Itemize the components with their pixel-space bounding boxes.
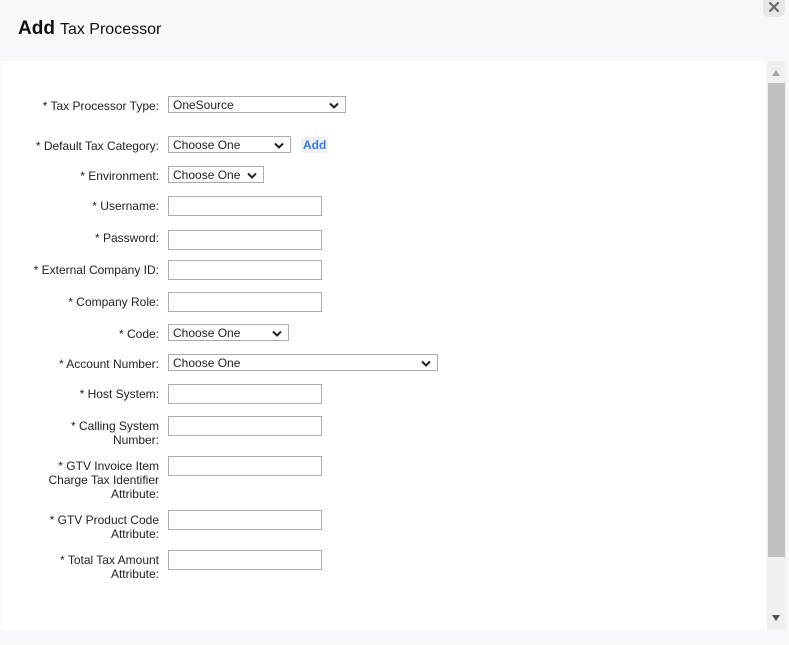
tax-processor-type-value: OneSource [173, 98, 234, 112]
scroll-up-arrow-icon[interactable] [767, 64, 786, 84]
account-number-label: * Account Number: [58, 357, 159, 371]
gtv-invoice-item-input[interactable] [168, 456, 322, 476]
gtv-product-code-input[interactable] [168, 510, 322, 530]
gtv-product-code-label: * GTV Product Code Attribute: [0, 513, 159, 541]
gtv-invoice-item-label: * GTV Invoice Item Charge Tax Identifier… [0, 459, 159, 501]
default-tax-category-value: Choose One [173, 138, 241, 152]
account-number-select[interactable]: Choose One [168, 354, 438, 371]
username-label: * Username: [92, 199, 159, 213]
close-icon [769, 1, 779, 12]
external-company-id-label: * External Company ID: [33, 263, 159, 277]
code-label: * Code: [118, 327, 159, 341]
label-line: * GTV Product Code [49, 513, 159, 527]
scroll-thumb[interactable] [768, 83, 785, 557]
tax-processor-type-select[interactable]: OneSource [168, 96, 346, 113]
password-label: * Password: [94, 231, 159, 245]
dialog-header: Add Tax Processor [0, 0, 789, 61]
total-tax-amount-label: * Total Tax Amount Attribute: [0, 553, 159, 581]
dialog-title-subject: Tax Processor [59, 21, 162, 38]
chevron-down-icon [247, 172, 257, 179]
label-line: * GTV Invoice Item [58, 459, 159, 473]
label-line: Attribute: [110, 527, 159, 541]
account-number-value: Choose One [173, 356, 241, 370]
dialog-title: Add Tax Processor [18, 18, 161, 40]
label-line: Charge Tax Identifier [48, 473, 159, 487]
scroll-down-arrow-icon[interactable] [767, 607, 786, 627]
username-input[interactable] [168, 196, 322, 216]
label-line: * Total Tax Amount [60, 553, 159, 567]
company-role-label: * Company Role: [68, 295, 159, 309]
label-line: Attribute: [110, 487, 159, 501]
environment-value: Choose One [173, 168, 241, 182]
chevron-down-icon [421, 360, 431, 367]
chevron-down-icon [329, 102, 339, 109]
dialog-body: * Tax Processor Type: OneSource * Defaul… [1, 61, 767, 630]
label-line: Number: [112, 433, 159, 447]
close-button[interactable] [763, 0, 785, 17]
tax-processor-type-label: * Tax Processor Type: [42, 99, 159, 113]
chevron-down-icon [272, 330, 282, 337]
code-value: Choose One [173, 326, 241, 340]
external-company-id-input[interactable] [168, 260, 322, 280]
password-input[interactable] [168, 230, 322, 250]
chevron-down-icon [274, 142, 284, 149]
default-tax-category-label: * Default Tax Category: [35, 139, 159, 153]
vertical-scrollbar[interactable] [767, 61, 786, 630]
environment-select[interactable]: Choose One [168, 166, 264, 183]
company-role-input[interactable] [168, 292, 322, 312]
host-system-input[interactable] [168, 384, 322, 404]
code-select[interactable]: Choose One [168, 324, 289, 341]
default-tax-category-select[interactable]: Choose One [168, 136, 291, 153]
total-tax-amount-input[interactable] [168, 550, 322, 570]
dialog-footer [0, 630, 789, 645]
environment-label: * Environment: [80, 169, 159, 183]
label-line: * Calling System [70, 419, 159, 433]
add-tax-category-link[interactable]: Add [301, 137, 329, 153]
label-line: Attribute: [110, 567, 159, 581]
calling-system-number-input[interactable] [168, 416, 322, 436]
calling-system-number-label: * Calling System Number: [0, 419, 159, 447]
host-system-label: * Host System: [79, 387, 159, 401]
dialog-title-action: Add [18, 18, 55, 39]
